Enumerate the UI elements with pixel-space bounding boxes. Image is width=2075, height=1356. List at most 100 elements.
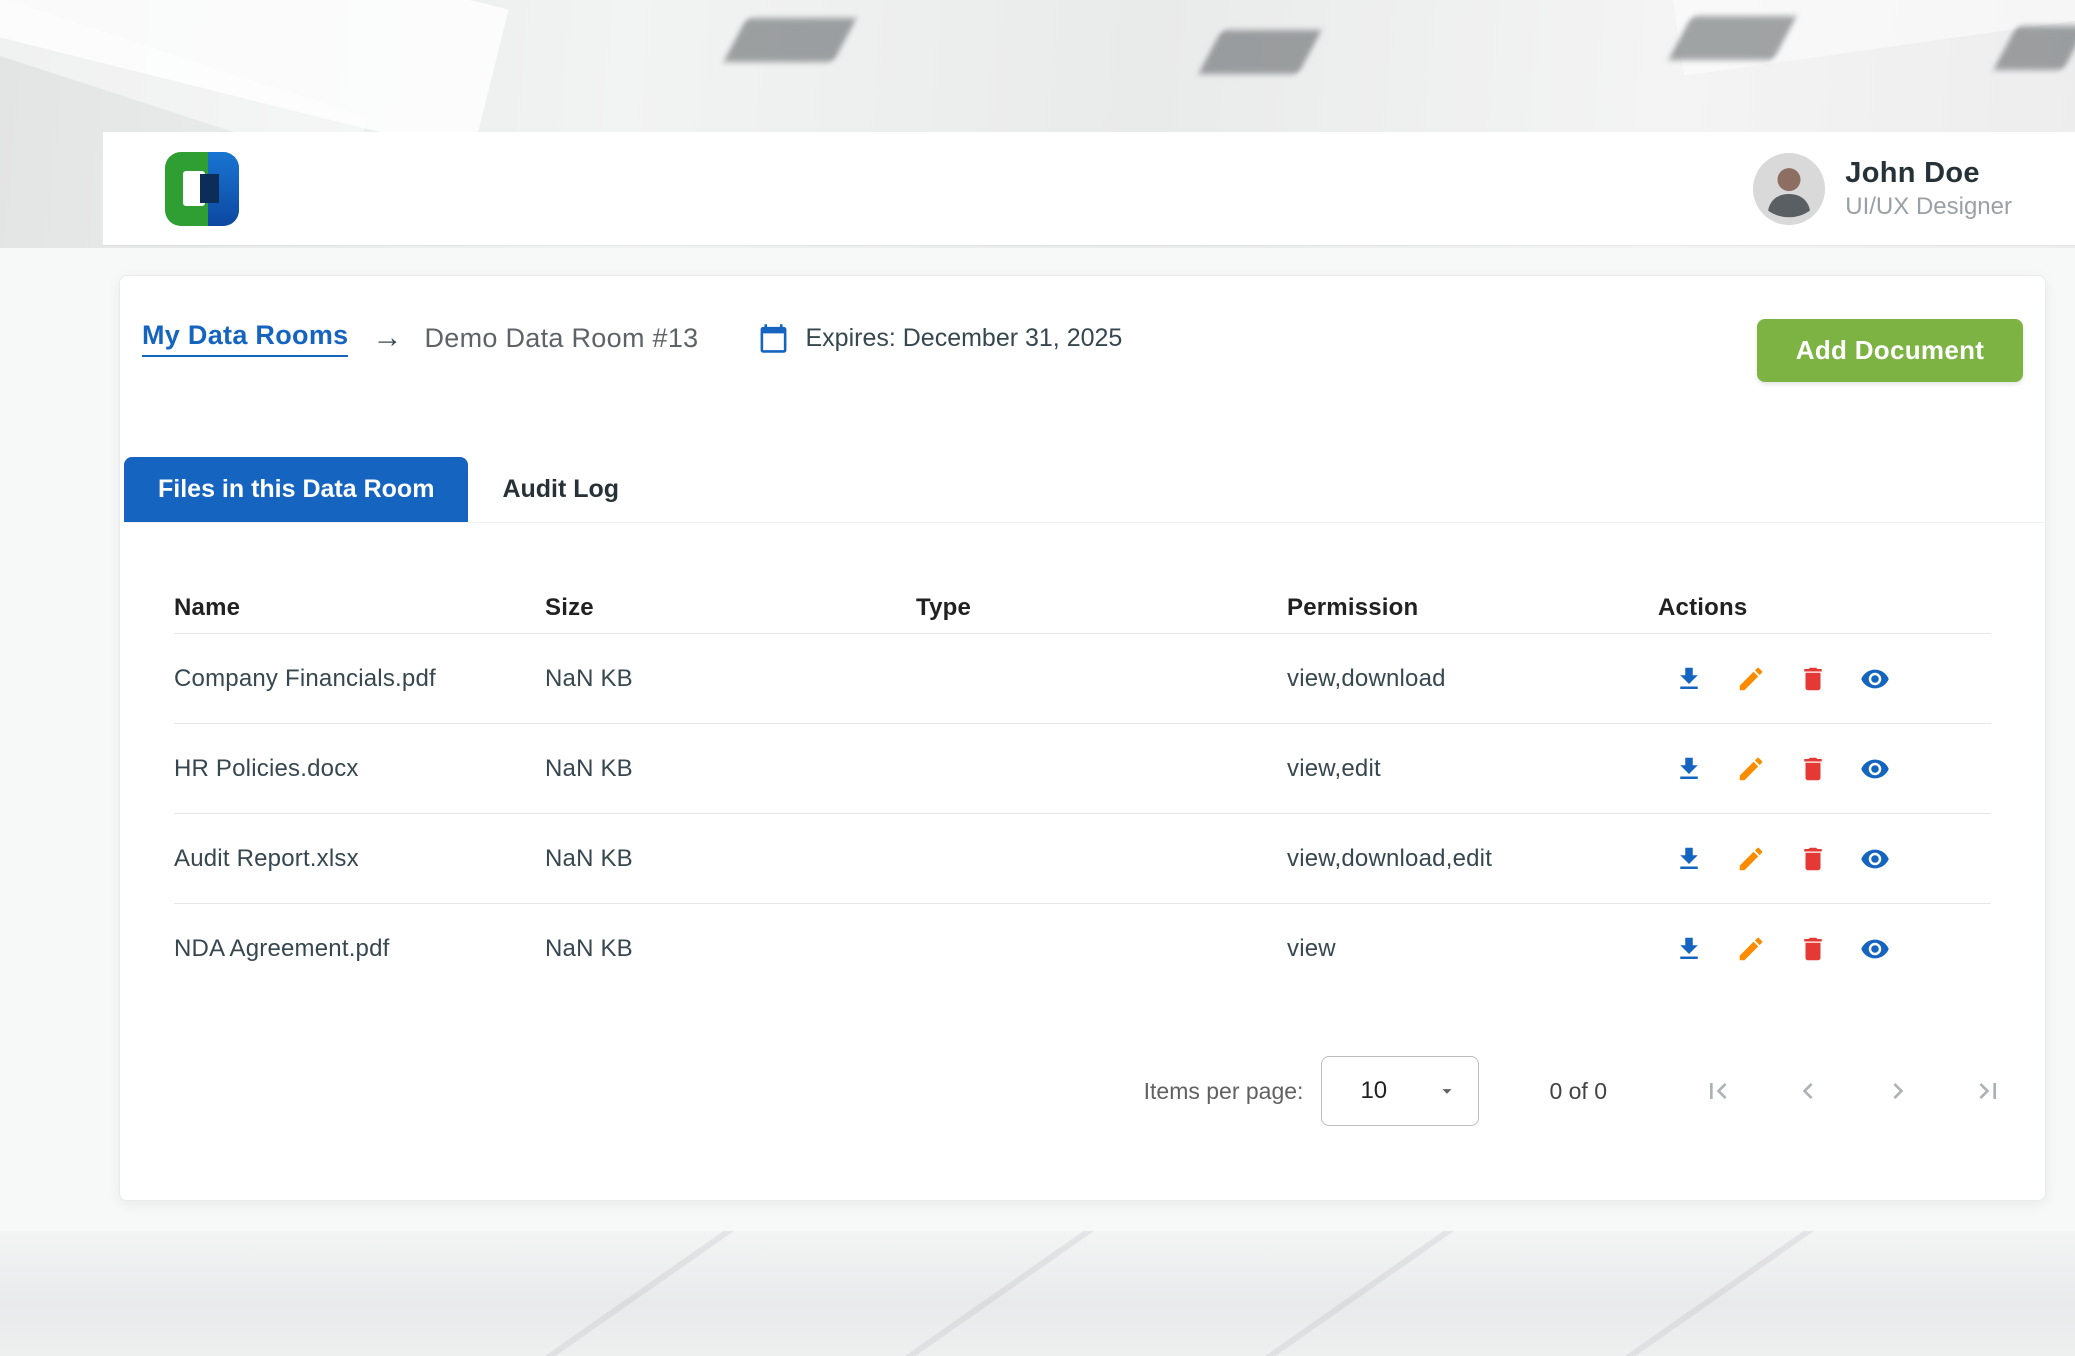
row-actions xyxy=(1658,934,1991,964)
table-body: Company Financials.pdf NaN KB view,downl… xyxy=(174,634,1991,994)
view-button[interactable] xyxy=(1860,844,1890,874)
tab-bar: Files in this Data Room Audit Log xyxy=(124,457,2045,523)
file-name-cell: HR Policies.docx xyxy=(174,755,545,783)
breadcrumb-my-data-rooms[interactable]: My Data Rooms xyxy=(142,320,348,357)
eye-icon xyxy=(1860,844,1890,874)
user-meta: John Doe UI/UX Designer xyxy=(1845,157,2012,221)
edit-button[interactable] xyxy=(1736,934,1766,964)
files-table: Name Size Type Permission Actions Compan… xyxy=(120,582,2045,994)
file-size-cell: NaN KB xyxy=(545,665,916,693)
view-button[interactable] xyxy=(1860,934,1890,964)
next-page-button[interactable] xyxy=(1882,1075,1914,1107)
edit-button[interactable] xyxy=(1736,844,1766,874)
add-document-button[interactable]: Add Document xyxy=(1757,319,2023,382)
user-name: John Doe xyxy=(1845,157,2012,190)
table-header-row: Name Size Type Permission Actions xyxy=(174,582,1991,634)
column-header-name: Name xyxy=(174,594,545,622)
file-permission-cell: view,edit xyxy=(1287,755,1658,783)
ceiling-vent xyxy=(723,18,856,62)
download-icon xyxy=(1674,754,1704,784)
avatar-silhouette xyxy=(1753,153,1825,225)
file-size-cell: NaN KB xyxy=(545,845,916,873)
trash-icon xyxy=(1798,844,1828,874)
calendar-icon xyxy=(758,323,789,354)
items-per-page-label: Items per page: xyxy=(1144,1078,1304,1105)
file-permission-cell: view,download xyxy=(1287,665,1658,693)
download-button[interactable] xyxy=(1674,934,1704,964)
file-name-cell: Company Financials.pdf xyxy=(174,665,545,693)
view-button[interactable] xyxy=(1860,754,1890,784)
pencil-icon xyxy=(1736,754,1766,784)
file-permission-cell: view,download,edit xyxy=(1287,845,1658,873)
background-photo-bottom xyxy=(0,1231,2075,1356)
file-size-cell: NaN KB xyxy=(545,935,916,963)
delete-button[interactable] xyxy=(1798,844,1828,874)
pencil-icon xyxy=(1736,934,1766,964)
pencil-icon xyxy=(1736,844,1766,874)
page-range-label: 0 of 0 xyxy=(1549,1078,1607,1105)
app-logo[interactable] xyxy=(165,152,239,226)
top-bar: John Doe UI/UX Designer xyxy=(103,132,2075,245)
breadcrumb-current-room: Demo Data Room #13 xyxy=(424,323,698,354)
previous-page-button[interactable] xyxy=(1792,1075,1824,1107)
file-name-cell: Audit Report.xlsx xyxy=(174,845,545,873)
user-info: John Doe UI/UX Designer xyxy=(1753,153,2012,225)
trash-icon xyxy=(1798,934,1828,964)
table-row: HR Policies.docx NaN KB view,edit xyxy=(174,724,1991,814)
caret-down-icon xyxy=(1436,1080,1458,1102)
last-page-button[interactable] xyxy=(1972,1075,2004,1107)
file-permission-cell: view xyxy=(1287,935,1658,963)
delete-button[interactable] xyxy=(1798,664,1828,694)
floor-line xyxy=(1222,1231,1504,1356)
eye-icon xyxy=(1860,664,1890,694)
logo-navy-block xyxy=(200,174,219,202)
first-page-icon xyxy=(1702,1075,1734,1107)
download-icon xyxy=(1674,844,1704,874)
first-page-button[interactable] xyxy=(1702,1075,1734,1107)
page-size-value: 10 xyxy=(1360,1077,1387,1105)
tab-audit-log[interactable]: Audit Log xyxy=(468,457,653,522)
table-row: Company Financials.pdf NaN KB view,downl… xyxy=(174,634,1991,724)
edit-button[interactable] xyxy=(1736,664,1766,694)
table-row: NDA Agreement.pdf NaN KB view xyxy=(174,904,1991,994)
file-name-cell: NDA Agreement.pdf xyxy=(174,935,545,963)
paginator: Items per page: 10 0 of 0 xyxy=(120,1055,2045,1127)
expires-label: Expires: December 31, 2025 xyxy=(805,324,1122,353)
pencil-icon xyxy=(1736,664,1766,694)
paginator-nav xyxy=(1702,1075,2004,1107)
delete-button[interactable] xyxy=(1798,754,1828,784)
eye-icon xyxy=(1860,754,1890,784)
ceiling-vent xyxy=(1993,26,2075,70)
column-header-actions: Actions xyxy=(1658,594,1991,622)
breadcrumb-arrow-icon: → xyxy=(372,321,402,355)
floor-line xyxy=(502,1231,784,1356)
chevron-left-icon xyxy=(1792,1075,1824,1107)
floor-line xyxy=(1582,1231,1864,1356)
delete-button[interactable] xyxy=(1798,934,1828,964)
tab-files-in-data-room[interactable]: Files in this Data Room xyxy=(124,457,468,522)
column-header-type: Type xyxy=(916,594,1287,622)
download-button[interactable] xyxy=(1674,844,1704,874)
view-button[interactable] xyxy=(1860,664,1890,694)
data-room-card: My Data Rooms → Demo Data Room #13 Expir… xyxy=(119,275,2046,1201)
row-actions xyxy=(1658,754,1991,784)
file-size-cell: NaN KB xyxy=(545,755,916,783)
download-button[interactable] xyxy=(1674,754,1704,784)
row-actions xyxy=(1658,664,1991,694)
trash-icon xyxy=(1798,664,1828,694)
row-actions xyxy=(1658,844,1991,874)
download-button[interactable] xyxy=(1674,664,1704,694)
eye-icon xyxy=(1860,934,1890,964)
table-row: Audit Report.xlsx NaN KB view,download,e… xyxy=(174,814,1991,904)
avatar[interactable] xyxy=(1753,153,1825,225)
edit-button[interactable] xyxy=(1736,754,1766,784)
page-size-select[interactable]: 10 xyxy=(1321,1056,1479,1126)
user-role: UI/UX Designer xyxy=(1845,193,2012,221)
download-icon xyxy=(1674,934,1704,964)
download-icon xyxy=(1674,664,1704,694)
last-page-icon xyxy=(1972,1075,2004,1107)
column-header-size: Size xyxy=(545,594,916,622)
column-header-permission: Permission xyxy=(1287,594,1658,622)
chevron-right-icon xyxy=(1882,1075,1914,1107)
floor-line xyxy=(862,1231,1144,1356)
